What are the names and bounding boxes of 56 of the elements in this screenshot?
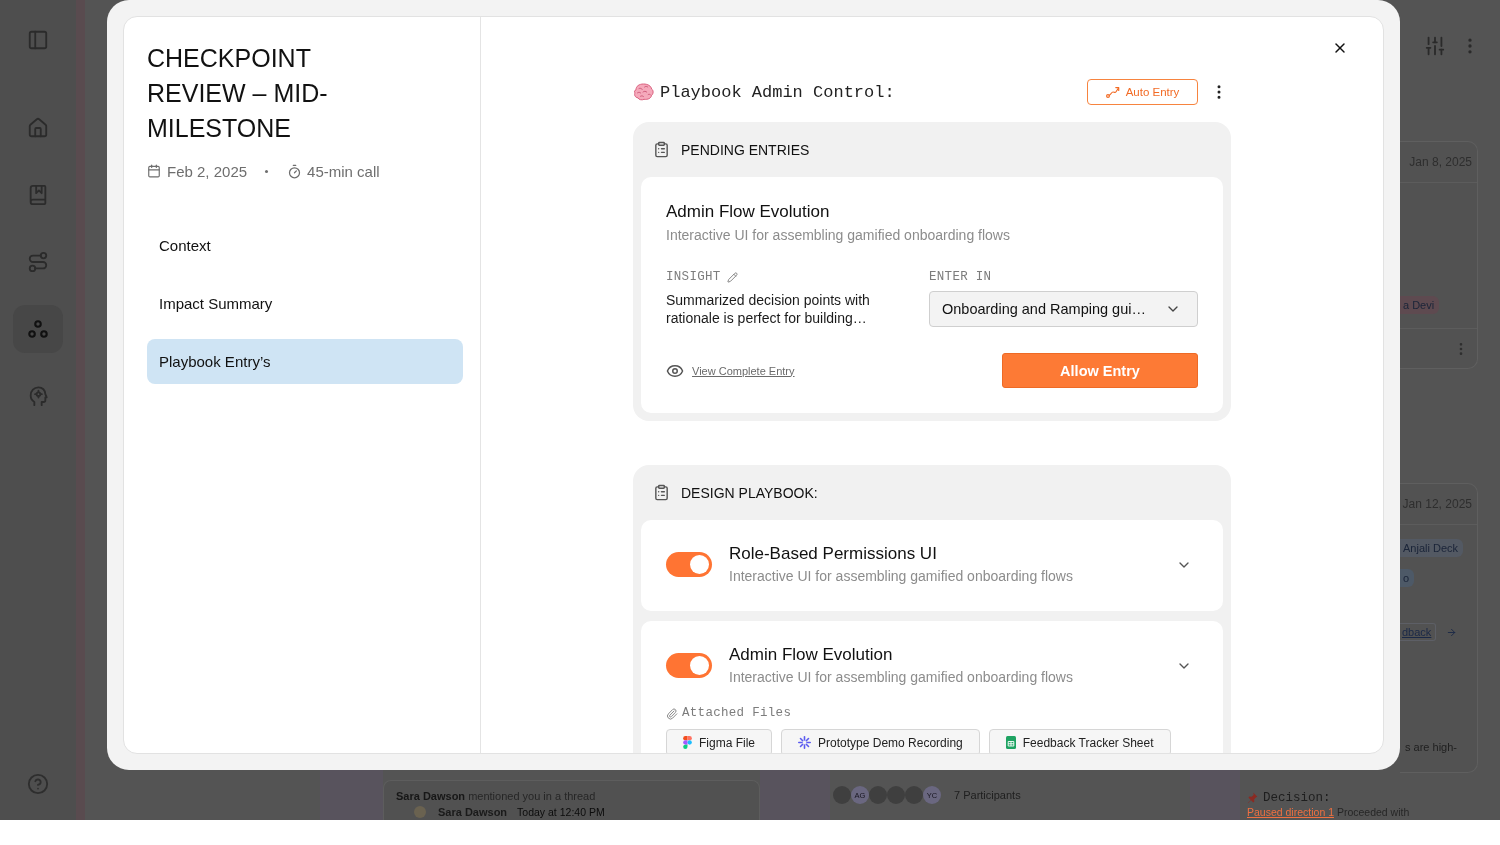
figma-logo-icon (683, 736, 692, 749)
clipboard-icon (653, 484, 670, 501)
file-chip[interactable]: Prototype Demo Recording (781, 729, 980, 753)
sidebar-button[interactable] (13, 305, 63, 353)
file-chip[interactable]: Feedback Tracker Sheet (988, 729, 1171, 753)
attachments-label: Attached Files (682, 706, 792, 721)
item-title: Role-Based Permissions UI (729, 543, 938, 565)
brain-icon (633, 83, 654, 101)
entry-description: Interactive UI for assembling gamified onboarding flows (666, 226, 1011, 245)
file-chip[interactable]: Figma File (666, 729, 772, 753)
pin-icon (1247, 792, 1258, 804)
route-icon[interactable] (27, 251, 49, 273)
insight-text: Summarized decision points with rationale is perfect for building… (666, 291, 871, 327)
message-time: Today at 12:40 PM (517, 806, 605, 818)
help-icon[interactable] (27, 773, 49, 795)
avatar (833, 786, 851, 804)
sliders-icon[interactable] (1424, 35, 1446, 57)
view-entry-link[interactable]: View Complete Entry (692, 364, 795, 377)
avatar (905, 786, 923, 804)
meeting-date: Feb 2, 2025 (167, 162, 248, 180)
dropdown-field[interactable]: Onboarding and Ramping gui… (929, 291, 1198, 327)
item-description: Interactive UI for assembling gamified onboarding flows (729, 567, 1074, 586)
spreadsheet-icon (1005, 736, 1016, 749)
section-heading: PENDING ENTRIES (681, 141, 810, 158)
toggle-switch[interactable] (666, 653, 712, 678)
curve-arrow-icon (1105, 86, 1120, 98)
field-label: INSIGHT (666, 270, 721, 285)
section-title: Playbook Admin Control: (660, 82, 895, 102)
close-icon[interactable] (1332, 40, 1348, 56)
head-gear-icon[interactable] (27, 385, 49, 407)
nav-item[interactable]: Playbook Entry’s (147, 339, 463, 384)
avatar (414, 806, 426, 818)
sidebar-toggle-icon[interactable] (27, 29, 49, 51)
stopwatch-icon (287, 163, 303, 179)
item-title: Admin Flow Evolution (729, 644, 894, 666)
entry-title: Admin Flow Evolution (666, 201, 831, 223)
tag: Anjali Deck (1400, 539, 1464, 557)
toggle-switch[interactable] (666, 552, 712, 577)
item-description: Interactive UI for assembling gamified onboarding flows (729, 668, 1074, 687)
paperclip-icon (666, 707, 678, 720)
tag: a Devi (1400, 296, 1440, 314)
calendar-icon (147, 164, 161, 178)
dialog-title: CHECKPOINT REVIEW – MID-MILESTONE (147, 43, 329, 144)
nav-item[interactable]: Impact Summary (147, 281, 463, 326)
home-icon[interactable] (27, 117, 49, 139)
pencil-icon[interactable] (726, 272, 738, 283)
arrow-right-icon (1446, 626, 1458, 638)
field-label: ENTER IN (929, 270, 992, 285)
nav-item[interactable]: Context (147, 223, 463, 268)
section-heading: DESIGN PLAYBOOK: (681, 484, 818, 501)
book-icon[interactable] (27, 184, 49, 206)
clipboard-icon (653, 141, 670, 158)
burst-icon (798, 736, 811, 749)
call-duration: 45-min call (307, 162, 380, 180)
nodes-icon[interactable] (27, 318, 49, 340)
avatar (869, 786, 887, 804)
